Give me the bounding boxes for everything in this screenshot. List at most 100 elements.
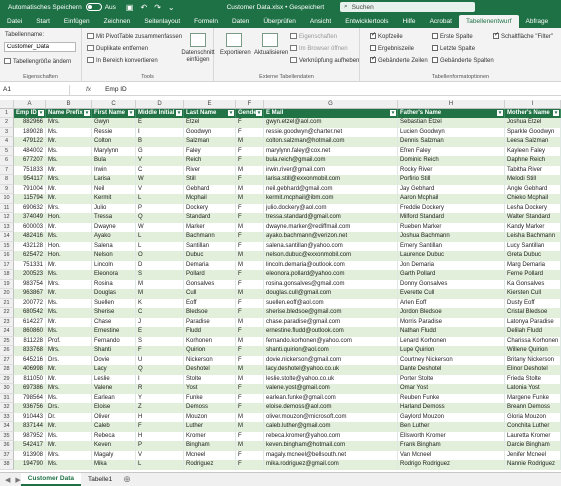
- row-number[interactable]: 29: [0, 374, 14, 384]
- table-cell[interactable]: Deshotel: [184, 365, 236, 375]
- table-cell[interactable]: Valene: [92, 384, 136, 394]
- table-cell[interactable]: F: [236, 393, 264, 403]
- table-cell[interactable]: Marg Demaria: [505, 260, 561, 270]
- table-cell[interactable]: bula.reich@gmail.com: [264, 156, 398, 166]
- row-number[interactable]: 2: [0, 118, 14, 128]
- table-cell[interactable]: Dockery: [184, 203, 236, 213]
- table-cell[interactable]: F: [236, 118, 264, 128]
- table-cell[interactable]: 432128: [14, 241, 46, 251]
- table-cell[interactable]: Melodi Still: [505, 175, 561, 185]
- table-cell[interactable]: Kermit: [92, 194, 136, 204]
- table-cell[interactable]: Margene Funke: [505, 393, 561, 403]
- table-cell[interactable]: Garth Pollard: [398, 270, 505, 280]
- table-cell[interactable]: Van Mcneel: [398, 450, 505, 460]
- table-cell[interactable]: H: [136, 412, 184, 422]
- table-cell[interactable]: Sparkle Goodwyn: [505, 127, 561, 137]
- tab-7[interactable]: Überprüfen: [256, 18, 303, 28]
- open-in-browser-button[interactable]: Im Browser öffnen: [290, 45, 348, 52]
- table-cell[interactable]: M: [236, 412, 264, 422]
- table-cell[interactable]: 542417: [14, 441, 46, 451]
- ext-properties-button[interactable]: Eigenschaften: [290, 33, 337, 40]
- row-number[interactable]: 26: [0, 346, 14, 356]
- header-row-checkbox[interactable]: Kopfzeile: [370, 31, 403, 40]
- table-cell[interactable]: 798564: [14, 393, 46, 403]
- table-cell[interactable]: Harland Demoss: [398, 403, 505, 413]
- table-cell[interactable]: Dr.: [46, 412, 92, 422]
- table-cell[interactable]: W: [136, 222, 184, 232]
- table-cell[interactable]: colton.salzman@hotmail.com: [264, 137, 398, 147]
- table-cell[interactable]: F: [136, 422, 184, 432]
- tab-1[interactable]: Start: [29, 18, 57, 28]
- table-cell[interactable]: Paradise: [184, 317, 236, 327]
- row-number[interactable]: 34: [0, 422, 14, 432]
- table-cell[interactable]: Ellsworth Kromer: [398, 431, 505, 441]
- table-cell[interactable]: Greta Dubuc: [505, 251, 561, 261]
- table-cell[interactable]: neil.gebhard@gmail.com: [264, 184, 398, 194]
- slicer-label[interactable]: Datenschnitt einfügen: [178, 50, 218, 64]
- table-cell[interactable]: F: [236, 146, 264, 156]
- table-cell[interactable]: Ka Gonsalves: [505, 279, 561, 289]
- table-cell[interactable]: L: [136, 232, 184, 242]
- table-cell[interactable]: leslie.stolte@yahoo.co.uk: [264, 374, 398, 384]
- table-cell[interactable]: 751331: [14, 260, 46, 270]
- table-cell[interactable]: Keven: [92, 441, 136, 451]
- table-header-cell[interactable]: Father's Name ▾: [398, 109, 505, 118]
- table-cell[interactable]: Rodrigo Rodriguez: [398, 460, 505, 470]
- table-cell[interactable]: Willene Quirion: [505, 346, 561, 356]
- table-cell[interactable]: F: [236, 327, 264, 337]
- table-cell[interactable]: Bachmann: [184, 232, 236, 242]
- table-cell[interactable]: Rueben Marker: [398, 222, 505, 232]
- table-cell[interactable]: Cristal Bledsoe: [505, 308, 561, 318]
- table-cell[interactable]: W: [136, 175, 184, 185]
- row-number[interactable]: 7: [0, 165, 14, 175]
- table-cell[interactable]: U: [136, 355, 184, 365]
- table-cell[interactable]: River: [184, 165, 236, 175]
- table-cell[interactable]: Latonya Paradise: [505, 317, 561, 327]
- column-header-e[interactable]: E: [184, 100, 236, 109]
- table-cell[interactable]: Shanti: [92, 346, 136, 356]
- table-cell[interactable]: Larisa: [92, 175, 136, 185]
- table-cell[interactable]: 987952: [14, 431, 46, 441]
- table-cell[interactable]: Porfirio Still: [398, 175, 505, 185]
- table-cell[interactable]: Ayako: [92, 232, 136, 242]
- tab-11[interactable]: Acrobat: [423, 18, 459, 28]
- table-cell[interactable]: F: [236, 279, 264, 289]
- column-header-c[interactable]: C: [92, 100, 136, 109]
- table-cell[interactable]: F: [236, 213, 264, 223]
- table-cell[interactable]: Neil: [92, 184, 136, 194]
- table-cell[interactable]: Ms.: [46, 146, 92, 156]
- tab-6[interactable]: Daten: [225, 18, 256, 28]
- table-cell[interactable]: mika.rodriguez@gmail.com: [264, 460, 398, 470]
- table-cell[interactable]: Ms.: [46, 460, 92, 470]
- table-cell[interactable]: 690632: [14, 203, 46, 213]
- table-cell[interactable]: M: [236, 251, 264, 261]
- table-cell[interactable]: K: [136, 298, 184, 308]
- table-cell[interactable]: 833768: [14, 346, 46, 356]
- table-cell[interactable]: F: [236, 175, 264, 185]
- table-cell[interactable]: Nelson: [92, 251, 136, 261]
- row-number[interactable]: 38: [0, 460, 14, 470]
- table-cell[interactable]: valene.yost@gmail.com: [264, 384, 398, 394]
- table-cell[interactable]: J: [136, 317, 184, 327]
- table-cell[interactable]: lacy.deshotel@yahoo.co.uk: [264, 365, 398, 375]
- table-cell[interactable]: 614227: [14, 317, 46, 327]
- table-cell[interactable]: Eleonora: [92, 270, 136, 280]
- table-cell[interactable]: Jenifer Mcneel: [505, 450, 561, 460]
- table-cell[interactable]: Gwyn: [92, 118, 136, 128]
- table-cell[interactable]: M: [236, 317, 264, 327]
- table-cell[interactable]: Faley: [184, 146, 236, 156]
- table-cell[interactable]: Pollard: [184, 270, 236, 280]
- table-cell[interactable]: Z: [136, 403, 184, 413]
- row-number[interactable]: 21: [0, 298, 14, 308]
- autosave-toggle[interactable]: [85, 3, 102, 11]
- table-cell[interactable]: douglas.cull@gmail.com: [264, 289, 398, 299]
- table-header-cell[interactable]: Gender ▾: [236, 109, 264, 118]
- table-cell[interactable]: rosina.gonsalves@gmail.com: [264, 279, 398, 289]
- table-cell[interactable]: Charissa Korhonen: [505, 336, 561, 346]
- filter-dropdown-icon[interactable]: ▾: [38, 110, 44, 116]
- row-number[interactable]: 35: [0, 431, 14, 441]
- row-number[interactable]: 17: [0, 260, 14, 270]
- table-cell[interactable]: magaly.mcneel@bellsouth.net: [264, 450, 398, 460]
- table-cell[interactable]: Mrs.: [46, 203, 92, 213]
- select-all-corner[interactable]: [0, 100, 14, 109]
